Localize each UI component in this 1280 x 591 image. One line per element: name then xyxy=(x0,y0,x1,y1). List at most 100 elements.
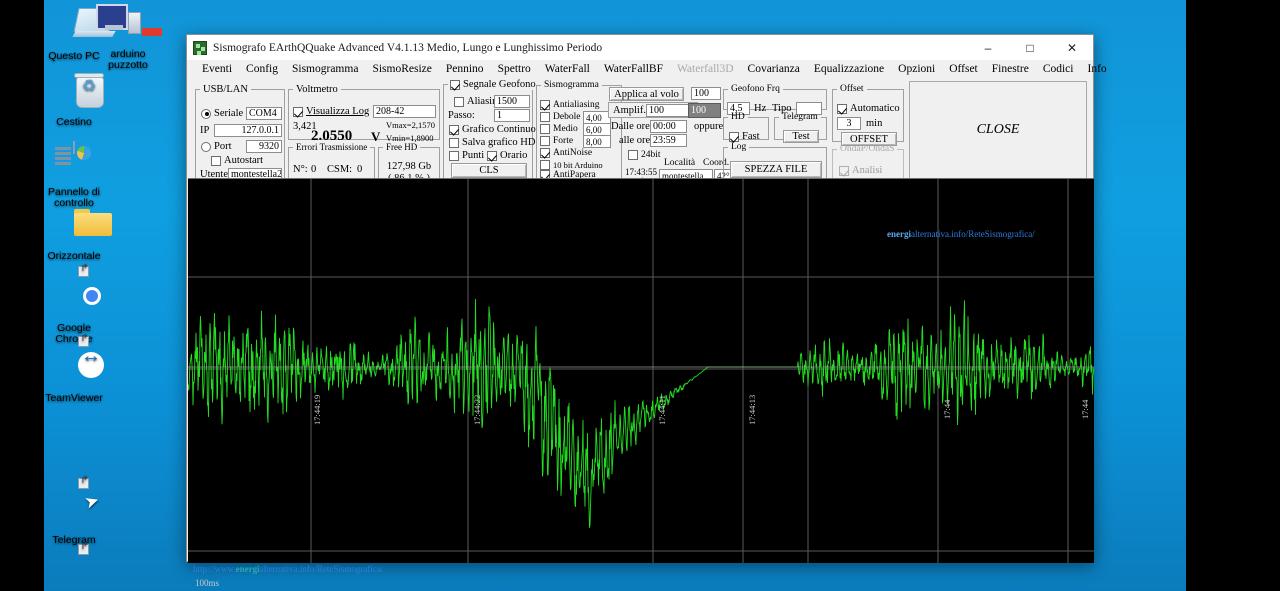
window-titlebar[interactable]: Sismografo EArthQQuake Advanced V4.1.13 … xyxy=(187,35,1093,60)
port-input[interactable]: 9320 xyxy=(246,140,282,153)
seriale-radio[interactable]: Seriale xyxy=(201,108,243,119)
desktop-icon-label: arduino puzzotto xyxy=(108,48,148,71)
grafico-continuo-label: Grafico Continuo xyxy=(462,124,536,135)
menu-equalizzazione[interactable]: Equalizzazione xyxy=(807,62,891,76)
dalle-ore-input[interactable]: 00:00 xyxy=(650,120,687,133)
applica-al-volo-input[interactable]: 100 xyxy=(691,87,721,100)
time-tick-label: 17:44:19 xyxy=(312,394,322,425)
menu-info[interactable]: Info xyxy=(1080,62,1113,76)
menu-config[interactable]: Config xyxy=(239,62,285,76)
hd-group: HD Fast xyxy=(723,112,769,142)
ip-input[interactable]: 127.0.0.1 xyxy=(214,124,282,137)
antialiasing-checkbox[interactable]: Antialiasing xyxy=(540,100,599,110)
menu-waterfall[interactable]: WaterFall xyxy=(538,62,597,76)
port-radio[interactable]: Port xyxy=(201,141,232,152)
minimize-button[interactable]: – xyxy=(967,35,1009,60)
url-bold-segment: energi xyxy=(235,564,260,574)
bit10-arduino-checkbox[interactable]: 10 bit Arduino xyxy=(540,160,603,170)
offset-automatico-label: Automatico xyxy=(850,103,900,114)
checkbox-icon xyxy=(449,124,459,135)
segnale-geofono-checkbox[interactable]: Segnale Geofono xyxy=(448,79,538,90)
segnale-geofono-label: Segnale Geofono xyxy=(463,79,536,90)
offset-min-label: min xyxy=(866,118,883,129)
app-icon xyxy=(193,40,207,55)
punti-checkbox[interactable]: Punti xyxy=(449,150,484,161)
maximize-button[interactable]: □ xyxy=(1009,35,1051,60)
close-button[interactable]: ✕ xyxy=(1051,35,1093,60)
sismogramma-legend: Sismogramma xyxy=(544,80,599,90)
desktop-icon-pannello-di-controllo[interactable]: Pannello di controllo xyxy=(30,141,118,209)
url-rest: alternativa.info/ReteSismografica/ xyxy=(259,564,384,574)
desktop-icon-orizzontale[interactable]: Orizzontale xyxy=(30,206,118,262)
bit24-checkbox[interactable]: 24bit xyxy=(628,150,661,160)
desktop-icon-teamviewer[interactable]: TeamViewer xyxy=(30,336,118,404)
orario-checkbox[interactable]: Orario xyxy=(487,150,527,161)
menu-pennino[interactable]: Pennino xyxy=(439,62,491,76)
passo-input[interactable]: 1 xyxy=(494,109,530,122)
edge-icon xyxy=(30,544,118,591)
antinoise-label: AntiNoise xyxy=(553,148,593,158)
recycle-bin-icon xyxy=(30,72,118,114)
forte-input[interactable]: 8,00 xyxy=(583,135,611,148)
usb-lan-legend: USB/LAN xyxy=(203,84,248,95)
vmax-label: Vmax=2,1570 xyxy=(386,120,435,130)
dalle-ore-label: Dalle ore xyxy=(611,121,650,132)
radio-dot-icon xyxy=(201,108,211,119)
grafico-continuo-checkbox[interactable]: Grafico Continuo xyxy=(449,124,536,135)
checkbox-icon xyxy=(540,160,550,170)
amplif-selected-value[interactable]: 100 xyxy=(688,103,721,118)
menu-waterfall3d[interactable]: Waterfall3D xyxy=(670,62,741,76)
menu-sismoresize[interactable]: SismoResize xyxy=(365,62,438,76)
antinoise-checkbox[interactable]: AntiNoise xyxy=(540,148,592,158)
offset-automatico-checkbox[interactable]: Automatico xyxy=(837,103,900,114)
amplif-label: Amplif. xyxy=(613,105,646,116)
amplif-input[interactable]: 100 xyxy=(646,104,694,117)
menu-waterfallbf[interactable]: WaterFallBF xyxy=(597,62,670,76)
desktop-icon-telegram[interactable]: Telegram xyxy=(30,478,118,546)
localita-label: Località xyxy=(664,158,696,168)
visualizza-log-checkbox[interactable]: Visualizza Log xyxy=(293,106,369,117)
offset-min-input[interactable]: 3 xyxy=(837,117,861,130)
geofono-frq-group: Geofono Frq 4,5 Hz Tipo xyxy=(723,84,827,115)
salva-grafico-hd-checkbox[interactable]: Salva grafico HD xyxy=(449,137,535,148)
analisi-checkbox[interactable]: Analisi xyxy=(839,165,882,176)
menu-sismogramma[interactable]: Sismogramma xyxy=(285,62,365,76)
forte-checkbox[interactable]: Forte xyxy=(540,136,573,146)
menu-spettro[interactable]: Spettro xyxy=(491,62,538,76)
com-port-input[interactable]: COM4 xyxy=(246,107,282,120)
telegram-legend: Telegram xyxy=(782,112,818,122)
menu-opzioni[interactable]: Opzioni xyxy=(891,62,942,76)
hd-fast-checkbox[interactable]: Fast xyxy=(729,131,760,142)
desktop-icon-microsoft-edge[interactable] xyxy=(30,544,118,591)
applica-al-volo-button[interactable]: Applica al volo xyxy=(609,87,684,101)
medio-checkbox[interactable]: Medio xyxy=(540,124,578,134)
desktop-icon-label: Orizzontale xyxy=(47,250,101,262)
folder-icon xyxy=(30,206,118,248)
close-panel[interactable]: CLOSE xyxy=(909,81,1087,179)
medio-label: Medio xyxy=(553,124,578,134)
menu-finestre[interactable]: Finestre xyxy=(985,62,1036,76)
control-panel-icon xyxy=(30,141,118,184)
window-controls: – □ ✕ xyxy=(967,35,1093,60)
checkbox-icon xyxy=(293,106,303,117)
passo-label: Passo: xyxy=(448,110,475,121)
menu-codici[interactable]: Codici xyxy=(1036,62,1081,76)
desktop-icon-cestino[interactable]: Cestino xyxy=(30,72,118,128)
time-tick-label: 17:44 xyxy=(1080,399,1090,419)
salva-grafico-hd-label: Salva grafico HD xyxy=(462,137,536,148)
desktop-icon-arduino-puzzotto[interactable]: arduino puzzotto xyxy=(84,4,172,71)
alle-ore-input[interactable]: 23:59 xyxy=(650,134,687,147)
log-value-input[interactable]: 208-42 xyxy=(373,105,436,118)
menu-eventi[interactable]: Eventi xyxy=(195,62,239,76)
cls-button[interactable]: CLS xyxy=(451,163,527,178)
autostart-checkbox[interactable]: Autostart xyxy=(211,155,263,166)
bit24-label: 24bit xyxy=(641,150,661,160)
debole-checkbox[interactable]: Debole xyxy=(540,112,580,122)
errori-n-label: N°: xyxy=(293,164,308,175)
aliasing-input[interactable]: 1500 xyxy=(494,95,530,108)
desktop-icon-google-chrome[interactable]: Google Chrome xyxy=(30,266,118,345)
menu-covarianza[interactable]: Covarianza xyxy=(741,62,807,76)
close-panel-label: CLOSE xyxy=(976,122,1020,137)
menu-offset[interactable]: Offset xyxy=(942,62,985,76)
spezza-file-button[interactable]: SPEZZA FILE xyxy=(730,161,822,178)
